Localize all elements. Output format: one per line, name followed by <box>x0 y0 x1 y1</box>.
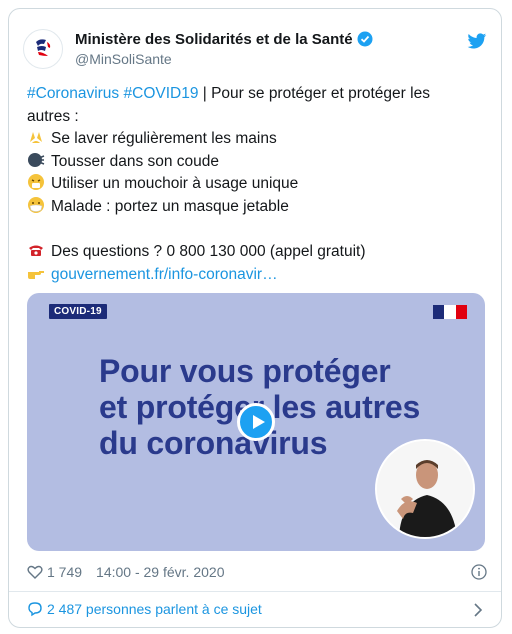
tweet-item: Tousser dans son coude <box>27 151 477 174</box>
account-avatar[interactable] <box>23 29 63 69</box>
conversation-text[interactable]: 2 487 personnes parlent à ce sujet <box>47 601 262 617</box>
tweet-item: Malade : portez un masque jetable <box>27 196 477 219</box>
covid19-badge: COVID-19 <box>49 304 107 319</box>
tweet-link-line: gouvernement.fr/info-coronavir… <box>27 264 477 287</box>
tweet-item-text: Malade : portez un masque jetable <box>51 197 289 215</box>
conversation-link[interactable]: 2 487 personnes parlent à ce sujet <box>27 601 262 617</box>
tweet-item-text: Tousser dans son coude <box>51 152 220 170</box>
mask-face-icon <box>28 196 44 213</box>
speech-bubble-icon <box>28 602 42 617</box>
sneezing-face-icon <box>28 174 44 191</box>
account-name[interactable]: Ministère des Solidarités et de la Santé <box>75 31 373 48</box>
tweet-item: Utiliser un mouchoir à usage unique <box>27 173 477 196</box>
like-heart-icon[interactable] <box>27 564 43 580</box>
pointing-hand-icon <box>28 270 44 279</box>
info-icon[interactable] <box>471 564 487 580</box>
tweet-phone-line: Des questions ? 0 800 130 000 (appel gra… <box>27 241 477 264</box>
coughing-face-icon <box>28 152 45 167</box>
like-count[interactable]: 1 749 <box>47 564 82 580</box>
marianne-logo-icon <box>36 39 51 56</box>
verified-badge-icon <box>357 31 373 47</box>
hashtag-coronavirus[interactable]: #Coronavirus <box>27 85 119 102</box>
tweet-text: #Coronavirus #COVID19 | Pour se protéger… <box>27 83 477 286</box>
tweet-intro-line-2: autres : <box>27 107 79 125</box>
tweet-intro-line: #Coronavirus #COVID19 | Pour se protéger… <box>27 83 477 106</box>
tweet-meta: 1 749 14:00 - 29 févr. 2020 <box>27 564 224 580</box>
divider <box>9 591 501 592</box>
hashtag-covid19[interactable]: #COVID19 <box>124 85 199 102</box>
tweet-card: Ministère des Solidarités et de la Santé… <box>8 8 502 628</box>
interpreter-figure-icon <box>377 441 473 537</box>
tweet-timestamp[interactable]: 14:00 - 29 févr. 2020 <box>96 564 224 580</box>
play-button[interactable] <box>237 403 275 441</box>
tweet-item-text: Se laver régulièrement les mains <box>51 130 277 148</box>
chevron-right-icon[interactable] <box>473 603 483 617</box>
video-media[interactable]: COVID-19 Pour vous protéger et protéger … <box>27 293 485 551</box>
tweet-item: Se laver régulièrement les mains <box>27 128 477 151</box>
account-handle[interactable]: @MinSoliSante <box>75 51 172 67</box>
tweet-intro-text: | Pour se protéger et protéger les <box>198 85 430 102</box>
washing-hands-icon <box>30 132 42 144</box>
tweet-item-text: Utiliser un mouchoir à usage unique <box>51 175 299 193</box>
tweet-phone-text: Des questions ? 0 800 130 000 (appel gra… <box>51 243 366 261</box>
account-name-text[interactable]: Ministère des Solidarités et de la Santé <box>75 31 353 48</box>
headline-line: Pour vous protéger <box>99 353 391 389</box>
twitter-bird-icon[interactable] <box>467 33 487 50</box>
sign-language-interpreter-image <box>375 439 475 539</box>
info-link[interactable]: gouvernement.fr/info-coronavir… <box>51 266 278 283</box>
telephone-icon <box>29 245 43 257</box>
french-flag-logo-icon <box>433 305 467 319</box>
